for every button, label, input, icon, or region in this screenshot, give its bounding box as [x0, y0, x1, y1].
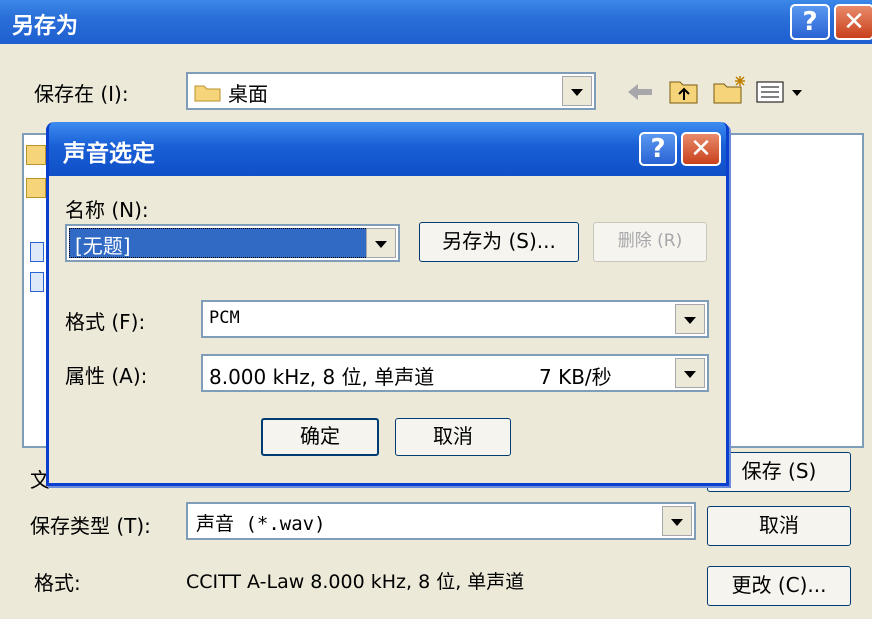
attributes-value: 8.000 kHz, 8 位, 单声道 [209, 365, 435, 389]
change-button[interactable]: 更改 (C)... [707, 566, 851, 606]
file-type-combo[interactable]: 声音 (*.wav) [186, 502, 696, 540]
save-in-value: 桌面 [228, 82, 268, 106]
delete-button: 删除 (R) [593, 222, 707, 262]
name-label: 名称 (N): [65, 198, 149, 222]
up-folder-icon[interactable] [668, 76, 700, 106]
outer-window-title: 另存为 [12, 14, 79, 39]
new-folder-icon[interactable] [712, 74, 748, 106]
inner-format-combo[interactable]: PCM [201, 300, 709, 338]
outer-cancel-button[interactable]: 取消 [707, 506, 851, 546]
file-type-value: 声音 (*.wav) [196, 513, 326, 535]
name-value: [无题] [75, 234, 131, 258]
attributes-rate: 7 KB/秒 [539, 365, 612, 389]
outer-title-bar: 另存为 ? ✕ [0, 0, 872, 44]
attributes-dropdown-arrow[interactable] [675, 358, 705, 388]
format-value: CCITT A-Law 8.000 kHz, 8 位, 单声道 [186, 571, 525, 593]
inner-window-title: 声音选定 [63, 141, 155, 167]
inner-title-bar: 声音选定 ? ✕ [49, 122, 726, 176]
sound-selection-dialog: 声音选定 ? ✕ 名称 (N): [无题] 另存为 (S)... 删除 (R) … [46, 122, 729, 486]
file-type-dropdown-arrow[interactable] [662, 506, 692, 536]
name-combo[interactable]: [无题] [65, 224, 400, 262]
view-menu-icon[interactable] [756, 80, 808, 104]
outer-help-button[interactable]: ? [790, 4, 830, 40]
inner-cancel-button[interactable]: 取消 [395, 418, 511, 456]
ok-button[interactable]: 确定 [261, 418, 379, 456]
save-in-combo[interactable]: 桌面 [186, 72, 596, 110]
save-in-label: 保存在 (I): [34, 82, 129, 106]
format-label: 格式: [34, 571, 81, 595]
inner-format-label: 格式 (F): [65, 310, 146, 334]
folder-icon [26, 145, 46, 165]
folder-icon [26, 178, 46, 198]
inner-format-dropdown-arrow[interactable] [675, 304, 705, 334]
back-arrow-icon[interactable] [626, 82, 654, 102]
file-icon [30, 242, 44, 262]
outer-close-button[interactable]: ✕ [834, 4, 872, 40]
save-in-dropdown-arrow[interactable] [562, 76, 592, 106]
inner-help-button[interactable]: ? [639, 132, 677, 166]
inner-save-as-button[interactable]: 另存为 (S)... [419, 222, 579, 262]
name-dropdown-arrow[interactable] [366, 228, 396, 258]
inner-close-button[interactable]: ✕ [681, 132, 721, 166]
file-type-label: 保存类型 (T): [30, 514, 151, 538]
attributes-label: 属性 (A): [65, 364, 148, 388]
inner-format-value: PCM [209, 308, 240, 328]
attributes-combo[interactable]: 8.000 kHz, 8 位, 单声道 7 KB/秒 [201, 354, 709, 392]
folder-icon [194, 85, 221, 102]
file-icon [30, 272, 44, 292]
